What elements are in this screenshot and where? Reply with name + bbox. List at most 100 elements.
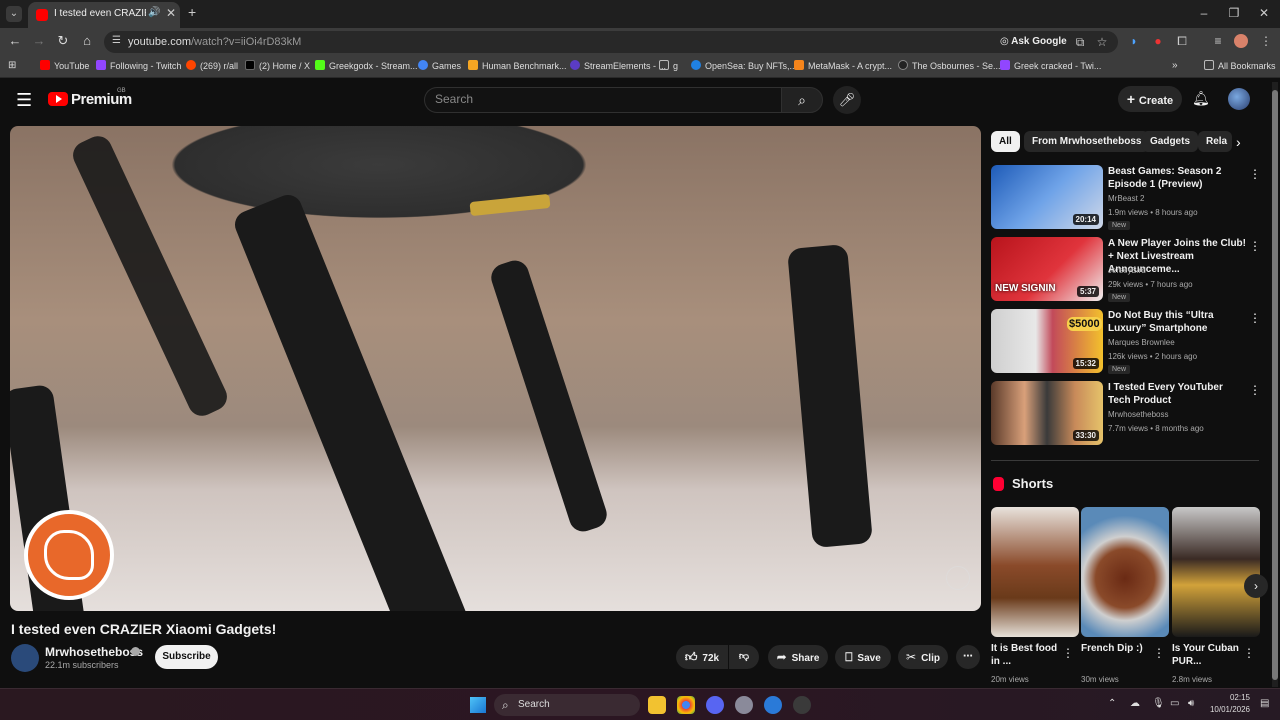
chip-related[interactable]: Rela [1198, 131, 1232, 152]
notification-icon[interactable]: ▤ [1260, 698, 1269, 709]
notifications-bell-icon[interactable]: 🔔︎ [1192, 90, 1210, 107]
file-explorer-icon[interactable] [648, 696, 666, 714]
maximize-button[interactable]: ❐ [1224, 6, 1244, 20]
youtube-logo-icon[interactable] [48, 92, 68, 106]
bookmark-folder-g[interactable]: g [659, 60, 678, 71]
search-input[interactable] [435, 92, 765, 106]
more-actions-button[interactable]: ⋯ [956, 645, 980, 669]
video-thumbnail[interactable]: 33:30 [991, 381, 1103, 445]
ccleaner-icon[interactable] [764, 696, 782, 714]
recommendation-title[interactable]: Beast Games: Season 2 Episode 1 (Preview… [1108, 165, 1246, 191]
recommendation-channel[interactable]: JerseyBird [1108, 266, 1146, 275]
recommendation-channel[interactable]: Mrwhosetheboss [1108, 410, 1168, 419]
bookmark-twitch[interactable]: Following - Twitch [96, 60, 181, 71]
all-bookmarks[interactable]: All Bookmarks [1204, 60, 1276, 71]
steam-icon[interactable] [793, 696, 811, 714]
bookmark-youtube[interactable]: YouTube [40, 60, 89, 71]
recommendation-title[interactable]: Do Not Buy this “Ultra Luxury” Smartphon… [1108, 309, 1246, 335]
account-avatar[interactable] [1228, 88, 1250, 110]
bookmark-x[interactable]: (2) Home / X [245, 60, 310, 71]
apps-grid-icon[interactable]: ⊞ [8, 60, 16, 71]
settings-icon[interactable] [735, 696, 753, 714]
recommendation-channel[interactable]: Marques Brownlee [1108, 338, 1175, 347]
onedrive-icon[interactable]: ☁ [1130, 698, 1140, 709]
search-button[interactable]: ⌕ [781, 87, 823, 113]
site-info-icon[interactable]: ☰ [112, 35, 121, 46]
microphone-icon[interactable]: 🎙︎ [1152, 698, 1165, 709]
dislike-button[interactable]: 👎︎ [729, 645, 759, 669]
bookmark-metamask[interactable]: MetaMask - A crypt... [794, 60, 892, 71]
video-player[interactable] [10, 126, 981, 611]
close-window-button[interactable]: ✕ [1254, 6, 1274, 20]
voice-search-button[interactable]: 🎤︎ [833, 86, 861, 114]
like-button[interactable]: 👍︎ 72k [676, 645, 728, 669]
clock-time[interactable]: 02:15 [1228, 693, 1250, 702]
chrome-icon[interactable] [677, 696, 695, 714]
back-button[interactable]: ← [6, 33, 24, 48]
reload-button[interactable]: ↻ [54, 33, 72, 49]
short-thumbnail[interactable] [1172, 507, 1260, 637]
more-options-icon[interactable]: ⋮ [1249, 311, 1261, 325]
url-text[interactable]: youtube.com/watch?v=iiOi4rD83kM [128, 36, 301, 48]
forward-button[interactable]: → [30, 33, 48, 48]
bookmark-games[interactable]: Games [418, 60, 461, 71]
more-options-icon[interactable]: ⋮ [1243, 646, 1255, 660]
show-hidden-icons-icon[interactable]: ⌃ [1108, 698, 1116, 709]
video-thumbnail[interactable]: 20:14 [991, 165, 1103, 229]
short-thumbnail[interactable] [1081, 507, 1169, 637]
recommendation-item[interactable]: NEW SIGNIN 5:37 A New Player Joins the C… [991, 237, 1263, 302]
address-bar[interactable]: ☰ youtube.com/watch?v=iiOi4rD83kM ◎ Ask … [104, 31, 1118, 53]
recommendation-item[interactable]: $5000 15:32 Do Not Buy this “Ultra Luxur… [991, 309, 1263, 374]
recommendation-channel[interactable]: MrBeast 2 [1108, 194, 1144, 203]
speaker-icon[interactable]: 🔊 [148, 7, 160, 18]
recommendation-item[interactable]: 20:14 Beast Games: Season 2 Episode 1 (P… [991, 165, 1263, 230]
short-title[interactable]: It is Best food in ... [991, 642, 1063, 668]
short-thumbnail[interactable] [991, 507, 1079, 637]
extension-red-icon[interactable]: ● [1150, 34, 1166, 48]
bookmark-osbournes[interactable]: The Osbournes - Se... [898, 60, 1001, 71]
channel-avatar[interactable] [11, 644, 39, 672]
bookmark-human-benchmark[interactable]: Human Benchmark... [468, 60, 567, 71]
media-controls-icon[interactable]: ≡ [1210, 34, 1226, 48]
subscribe-button[interactable]: Subscribe [155, 645, 218, 669]
taskbar-search[interactable]: Search [494, 694, 640, 716]
close-tab-icon[interactable]: ✕ [166, 6, 176, 20]
network-icon[interactable]: ▭ [1170, 698, 1179, 709]
bookmark-kick[interactable]: Greekgodx - Stream... [315, 60, 418, 71]
bookmark-greek-cracked[interactable]: Greek cracked - Twi... [1000, 60, 1101, 71]
tab-search-button[interactable]: ⌄ [6, 6, 22, 22]
video-thumbnail[interactable]: $5000 15:32 [991, 309, 1103, 373]
more-options-icon[interactable]: ⋮ [1249, 239, 1261, 253]
discord-icon[interactable] [706, 696, 724, 714]
short-title[interactable]: Is Your Cuban PUR... [1172, 642, 1244, 668]
bookmark-streamelements[interactable]: StreamElements - ... [570, 60, 666, 71]
scrollbar-thumb[interactable] [1272, 90, 1278, 680]
save-button[interactable]: ⎕ Save [835, 645, 891, 669]
short-title[interactable]: French Dip :) [1081, 642, 1153, 655]
video-thumbnail[interactable]: NEW SIGNIN 5:37 [991, 237, 1103, 301]
more-options-icon[interactable]: ⋮ [1153, 646, 1165, 660]
more-bookmarks-icon[interactable]: » [1172, 60, 1178, 71]
volume-icon[interactable]: 🔊︎ [1188, 698, 1194, 709]
share-button[interactable]: ➦ Share [768, 645, 828, 669]
chip-from-channel[interactable]: From Mrwhosetheboss [1024, 131, 1150, 152]
windows-start-icon[interactable] [470, 697, 486, 713]
new-tab-button[interactable]: + [188, 4, 196, 20]
recommendation-item[interactable]: 33:30 I Tested Every YouTuber Tech Produ… [991, 381, 1263, 445]
more-options-icon[interactable]: ⋮ [1062, 646, 1074, 660]
profile-avatar[interactable] [1234, 34, 1248, 48]
chip-all[interactable]: All [991, 131, 1020, 152]
create-button[interactable]: + Create [1118, 86, 1182, 112]
browser-menu-icon[interactable]: ⋮ [1258, 34, 1274, 48]
bookmark-opensea[interactable]: OpenSea: Buy NFTs,... [691, 60, 797, 71]
chevron-right-icon[interactable]: › [1236, 134, 1241, 150]
menu-icon[interactable]: ☰ [16, 90, 32, 111]
bookmark-reddit[interactable]: (269) r/all [186, 60, 238, 71]
install-icon[interactable]: ⧉ [1072, 35, 1088, 50]
channel-name[interactable]: Mrwhosetheboss [45, 645, 143, 659]
home-button[interactable]: ⌂ [78, 33, 96, 48]
extension-icon[interactable]: ◗ [1126, 34, 1142, 48]
channel-watermark-icon[interactable] [946, 566, 970, 590]
chevron-right-icon[interactable]: › [1244, 574, 1268, 598]
extensions-puzzle-icon[interactable]: ⧠ [1174, 34, 1190, 49]
